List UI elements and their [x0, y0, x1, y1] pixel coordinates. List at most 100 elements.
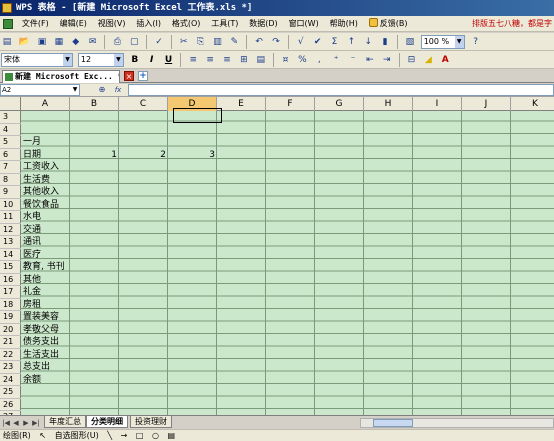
formula-icon[interactable]: √	[295, 35, 307, 49]
row-header-9[interactable]: 9	[0, 186, 21, 199]
draw-menu-button[interactable]: 绘图(R)	[0, 430, 34, 441]
column-header-a[interactable]: A	[21, 97, 70, 111]
font-color-icon[interactable]: A	[439, 53, 451, 67]
cell-a5[interactable]: 一月	[23, 136, 41, 148]
font-size-select[interactable]: 12 ▼	[77, 53, 124, 67]
horizontal-scrollbar[interactable]	[360, 418, 554, 428]
name-box[interactable]: A2 ▼	[0, 84, 80, 96]
row-header-12[interactable]: 12	[0, 224, 21, 236]
zoom-select[interactable]: 100 % ▼	[420, 35, 465, 49]
row-header-18[interactable]: 18	[0, 299, 21, 311]
formula-input[interactable]	[128, 84, 554, 96]
promo-text[interactable]: 排版五七八糖，都是字	[472, 16, 552, 31]
row-header-19[interactable]: 19	[0, 311, 21, 324]
cell-a12[interactable]: 交通	[23, 224, 41, 236]
cell-d6[interactable]: 3	[168, 149, 215, 161]
cell-a20[interactable]: 孝敬父母	[23, 324, 59, 336]
cell-a19[interactable]: 置装美容	[23, 311, 59, 323]
font-name-select[interactable]: 宋体 ▼	[1, 53, 73, 67]
align-left-icon[interactable]: ≡	[187, 53, 199, 67]
percent-icon[interactable]: %	[296, 53, 308, 67]
cell-a9[interactable]: 其他收入	[23, 186, 59, 198]
new-tab-button[interactable]: +	[138, 71, 148, 81]
justify-icon[interactable]: ▤	[255, 53, 267, 67]
row-header-16[interactable]: 16	[0, 274, 21, 286]
row-header-6[interactable]: 6	[0, 149, 21, 161]
save-icon[interactable]: ▣	[36, 35, 48, 49]
row-header-15[interactable]: 15	[0, 261, 21, 274]
sort-descending-icon[interactable]: ↓	[362, 35, 374, 49]
cell-a21[interactable]: 债务支出	[23, 336, 59, 348]
cell-a11[interactable]: 水电	[23, 211, 41, 223]
column-header-k[interactable]: K	[511, 97, 554, 111]
print-preview-icon[interactable]: ▢	[128, 35, 140, 49]
row-header-8[interactable]: 8	[0, 174, 21, 186]
ellipse-icon[interactable]: ○	[149, 430, 162, 441]
column-header-b[interactable]: B	[70, 97, 119, 111]
cell-a7[interactable]: 工资收入	[23, 161, 59, 173]
wps-app-icon[interactable]	[2, 3, 12, 13]
redo-icon[interactable]: ↷	[270, 35, 282, 49]
chevron-down-icon[interactable]: ▼	[113, 54, 123, 66]
line-icon[interactable]: ╲	[104, 430, 115, 441]
help-icon[interactable]: ?	[470, 35, 482, 49]
italic-button[interactable]: I	[146, 53, 158, 67]
row-header-26[interactable]: 26	[0, 399, 21, 411]
print-icon[interactable]: ⎙	[111, 35, 123, 49]
save-as-icon[interactable]: ▦	[53, 35, 65, 49]
column-header-c[interactable]: C	[119, 97, 168, 111]
chevron-down-icon[interactable]: ▼	[71, 85, 79, 95]
row-header-5[interactable]: 5	[0, 136, 21, 149]
merge-cells-icon[interactable]: ⊞	[238, 53, 250, 67]
mail-icon[interactable]: ✉	[87, 35, 99, 49]
first-sheet-icon[interactable]: |◀	[2, 418, 10, 428]
check-icon[interactable]: ✔	[312, 35, 324, 49]
spellcheck-icon[interactable]: ✓	[153, 35, 165, 49]
prev-sheet-icon[interactable]: ◀	[12, 418, 20, 428]
menu-help[interactable]: 帮助(H)	[326, 16, 362, 31]
arrow-icon[interactable]: →	[118, 430, 131, 441]
app-menu-icon[interactable]	[3, 19, 13, 29]
borders-icon[interactable]: ⊟	[406, 53, 418, 67]
row-header-13[interactable]: 13	[0, 236, 21, 249]
select-all-corner[interactable]	[0, 97, 21, 111]
decrease-decimal-icon[interactable]: ⁻	[347, 53, 359, 67]
row-header-25[interactable]: 25	[0, 386, 21, 399]
rectangle-icon[interactable]: □	[133, 430, 147, 441]
close-tab-button[interactable]: ×	[124, 71, 134, 81]
row-header-17[interactable]: 17	[0, 286, 21, 299]
menu-tools[interactable]: 工具(T)	[207, 16, 242, 31]
cell-a17[interactable]: 礼金	[23, 286, 41, 298]
autoshape-menu-button[interactable]: 自选图形(U)	[52, 430, 102, 441]
select-pointer-icon[interactable]: ↖	[36, 430, 49, 441]
chevron-down-icon[interactable]: ▼	[63, 54, 72, 66]
menu-view[interactable]: 视图(V)	[94, 16, 130, 31]
row-header-4[interactable]: 4	[0, 124, 21, 136]
insert-function-button[interactable]: fx	[112, 84, 124, 96]
align-center-icon[interactable]: ≡	[204, 53, 216, 67]
thousands-icon[interactable]: ,	[313, 53, 325, 67]
column-header-h[interactable]: H	[364, 97, 413, 111]
row-header-22[interactable]: 22	[0, 349, 21, 361]
scrollbar-thumb[interactable]	[373, 419, 413, 427]
row-header-7[interactable]: 7	[0, 161, 21, 174]
row-header-14[interactable]: 14	[0, 249, 21, 261]
cell-a14[interactable]: 医疗	[23, 249, 41, 261]
row-header-11[interactable]: 11	[0, 211, 21, 224]
copy-icon[interactable]: ⎘	[195, 35, 207, 49]
column-header-g[interactable]: G	[315, 97, 364, 111]
decrease-indent-icon[interactable]: ⇤	[364, 53, 376, 67]
row-header-24[interactable]: 24	[0, 374, 21, 386]
document-tab[interactable]: 新建 Microsoft Exc... *	[2, 70, 120, 83]
cell-a24[interactable]: 余额	[23, 374, 41, 386]
menu-file[interactable]: 文件(F)	[18, 16, 53, 31]
increase-decimal-icon[interactable]: ⁺	[330, 53, 342, 67]
menu-data[interactable]: 数据(D)	[245, 16, 281, 31]
currency-icon[interactable]: ¤	[280, 53, 292, 67]
open-folder-icon[interactable]: 📂	[18, 35, 31, 49]
row-header-20[interactable]: 20	[0, 324, 21, 336]
menu-edit[interactable]: 编辑(E)	[56, 16, 91, 31]
menu-window[interactable]: 窗口(W)	[285, 16, 323, 31]
column-header-i[interactable]: I	[413, 97, 462, 111]
cell-a16[interactable]: 其他	[23, 274, 41, 286]
